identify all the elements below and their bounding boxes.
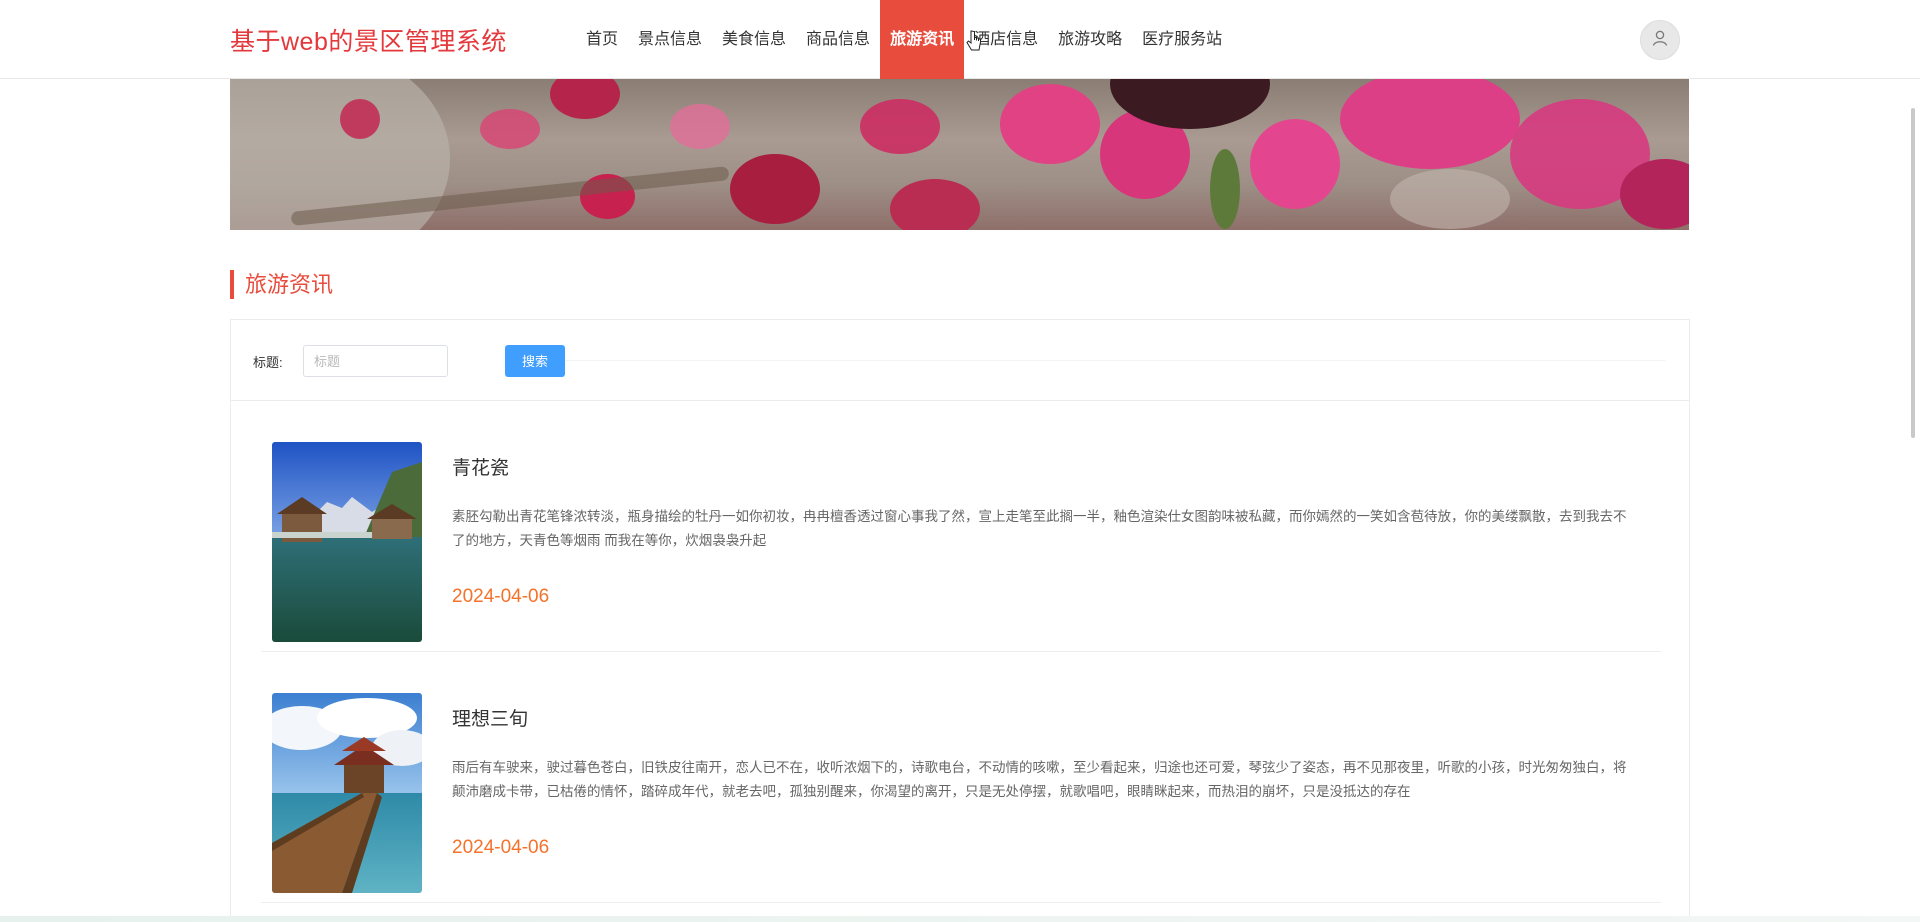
search-panel: 标题: 搜索 [230,319,1690,401]
main-nav: 首页 景点信息 美食信息 商品信息 旅游资讯 酒店信息 旅游攻略 医疗服务站 [576,0,1232,79]
search-title-label: 标题: [253,355,283,370]
divider [565,360,1665,361]
nav-item-travel-news[interactable]: 旅游资讯 [880,0,965,79]
user-avatar[interactable] [1640,20,1680,60]
section-title: 旅游资讯 [230,270,333,299]
news-list: 青花瓷 素胚勾勒出青花笔锋浓转淡，瓶身描绘的牡丹一如你初妆，冉冉檀香透过窗心事我… [230,401,1690,922]
news-thumbnail-image[interactable] [272,442,422,642]
top-header: 基于web的景区管理系统 首页 景点信息 美食信息 商品信息 旅游资讯 酒店信息… [0,0,1920,79]
page-scrollbar[interactable] [1911,108,1915,438]
mouse-cursor-icon [966,30,982,57]
search-title-input[interactable] [303,345,448,377]
hero-banner-image [230,79,1689,230]
news-list-item[interactable]: 青花瓷 素胚勾勒出青花笔锋浓转淡，瓶身描绘的牡丹一如你初妆，冉冉檀香透过窗心事我… [261,401,1661,652]
news-list-item[interactable]: 理想三旬 雨后有车驶来，驶过暮色苍白，旧铁皮往南开，恋人已不在，收听浓烟下的，诗… [261,652,1661,903]
news-date: 2024-04-06 [452,837,550,858]
news-summary: 素胚勾勒出青花笔锋浓转淡，瓶身描绘的牡丹一如你初妆，冉冉檀香透过窗心事我了然，宣… [452,509,1627,548]
news-title[interactable]: 理想三旬 [452,704,528,731]
nav-item-medical-station[interactable]: 医疗服务站 [1132,0,1232,79]
news-summary: 雨后有车驶来，驶过暮色苍白，旧铁皮往南开，恋人已不在，收听浓烟下的，诗歌电台，不… [452,760,1627,799]
news-date: 2024-04-06 [452,586,550,607]
bottom-strip [0,916,1920,922]
nav-item-food[interactable]: 美食信息 [712,0,796,79]
nav-item-attractions[interactable]: 景点信息 [628,0,712,79]
news-title[interactable]: 青花瓷 [452,453,509,480]
search-button[interactable]: 搜索 [505,345,565,377]
user-icon [1651,29,1669,52]
news-thumbnail-image[interactable] [272,693,422,893]
nav-item-travel-guides[interactable]: 旅游攻略 [1048,0,1132,79]
nav-item-home[interactable]: 首页 [576,0,628,79]
site-title[interactable]: 基于web的景区管理系统 [230,22,507,58]
nav-item-products[interactable]: 商品信息 [796,0,880,79]
